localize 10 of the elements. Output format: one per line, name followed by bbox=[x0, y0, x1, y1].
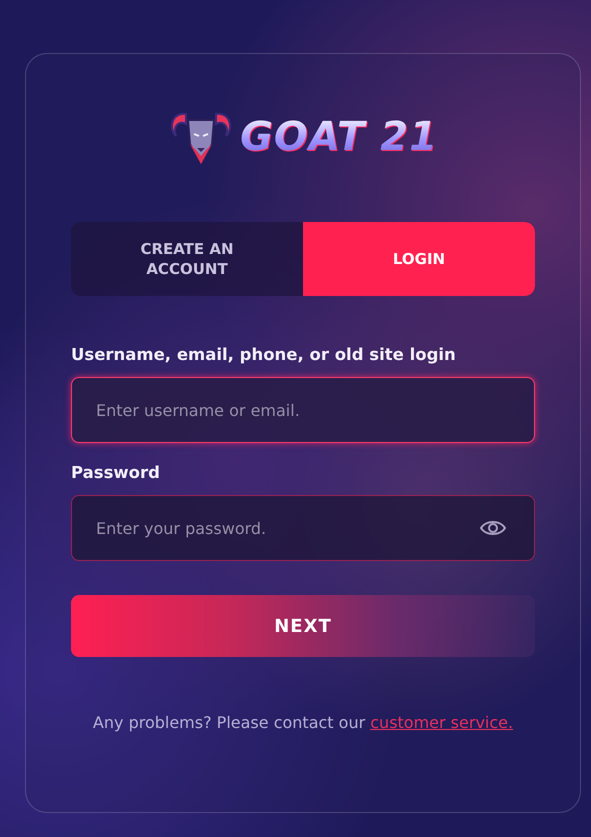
next-button[interactable]: NEXT bbox=[71, 595, 535, 657]
customer-service-link[interactable]: customer service. bbox=[370, 713, 514, 732]
help-text: Any problems? Please contact our customer service. bbox=[92, 712, 514, 734]
tab[interactable]: CREATE AN ACCOUNT bbox=[71, 222, 303, 296]
password-field[interactable]: Enter your password. bbox=[71, 495, 535, 561]
field-label: Password bbox=[71, 463, 161, 482]
tab[interactable]: LOGIN bbox=[303, 222, 535, 296]
username-field[interactable]: Enter username or email. bbox=[71, 377, 535, 443]
eye-icon[interactable] bbox=[479, 518, 507, 538]
field-label: Username, email, phone, or old site login bbox=[71, 345, 457, 364]
